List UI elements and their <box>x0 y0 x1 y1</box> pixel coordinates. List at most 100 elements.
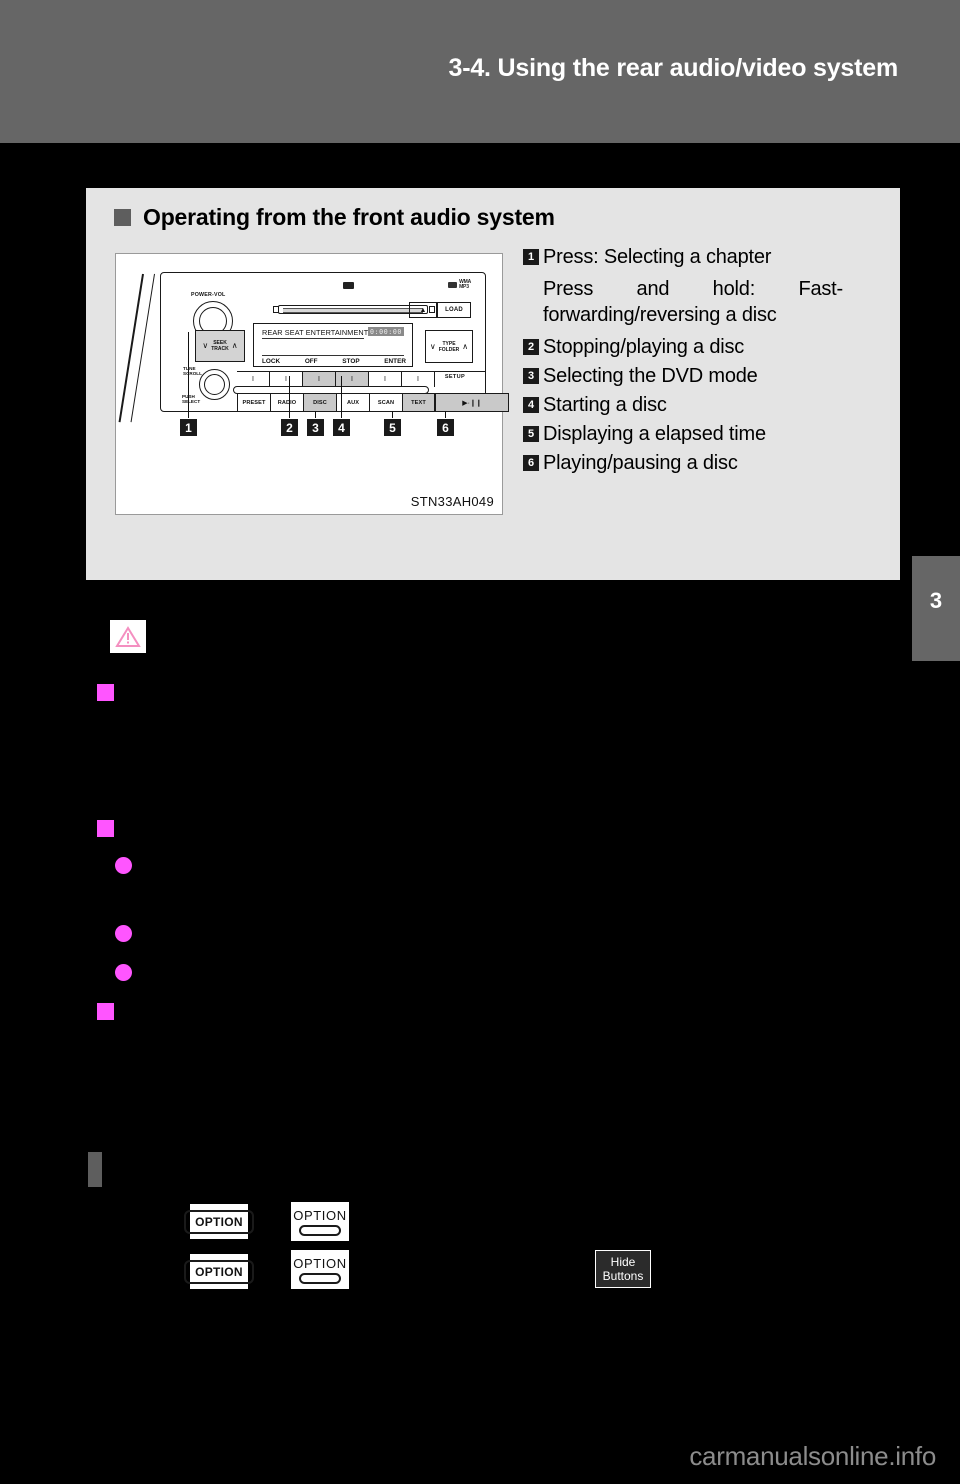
explanation-text-2: Stopping/playing a disc <box>543 336 745 358</box>
section-bullet-3 <box>97 1003 114 1020</box>
bezel-line-outer <box>118 273 144 423</box>
play-pause-button[interactable]: ▶·❙❙ <box>435 393 509 412</box>
explanation-item-3: 3 Selecting the DVD mode <box>523 363 875 389</box>
display-softkey-row: LOCK OFF STOP ENTER <box>262 358 406 365</box>
display-title-text: REAR SEAT ENTERTAINMENT <box>262 328 369 337</box>
explanation-item-4: 4 Starting a disc <box>523 392 875 418</box>
seek-track-button[interactable]: ∨ SEEK TRACK ∧ <box>195 330 245 362</box>
push-select-line-2: SELECT <box>182 399 201 405</box>
explanation-item-6: 6 Playing/pausing a disc <box>523 450 875 476</box>
explanation-number-4: 4 <box>523 397 539 413</box>
explanation-number-6: 6 <box>523 455 539 471</box>
callout-number-5: 5 <box>384 419 401 436</box>
leader-line-3 <box>315 411 317 418</box>
page-title: 3-4. Using the rear audio/video system <box>448 54 899 82</box>
site-watermark: carmanualsonline.info <box>689 1441 936 1471</box>
scan-button[interactable]: SCAN <box>369 393 402 412</box>
tune-scroll-knob[interactable] <box>199 369 230 400</box>
tick-mark-3: I <box>303 372 336 387</box>
logo-line-2: MP3 <box>459 284 469 290</box>
explanation-item-2: 2 Stopping/playing a disc <box>523 334 875 360</box>
leader-line-5 <box>392 411 394 418</box>
function-button-row: PRESET RADIO DISC AUX SCAN TEXT <box>237 393 435 412</box>
explanation-number-1: 1 <box>523 249 539 265</box>
warning-notice-icon <box>110 620 146 653</box>
display-title-underline <box>262 338 364 340</box>
list-bullet-1 <box>115 857 132 874</box>
front-audio-unit-illustration: WMA MP3 POWER-VOL ▲ LOAD ∨ SEEK TRACK ∧ … <box>118 272 509 447</box>
eject-button[interactable]: ▲ <box>409 302 437 318</box>
option-stack-bar-2 <box>299 1272 341 1284</box>
explanation-number-2: 2 <box>523 339 539 355</box>
explanation-text-1: Press: Selecting a chapter <box>543 246 772 268</box>
power-vol-label: POWER-VOL <box>191 292 226 298</box>
option-button-graphic-3: OPTION <box>184 1254 254 1289</box>
radio-button[interactable]: RADIO <box>270 393 303 412</box>
tick-mark-1: I <box>237 372 270 387</box>
callout-number-1: 1 <box>180 419 197 436</box>
hide-buttons-key[interactable]: Hide Buttons <box>595 1250 651 1288</box>
seek-label-line-2: TRACK <box>211 346 229 352</box>
figure-reference-code: STN33AH049 <box>410 494 494 509</box>
list-bullet-3 <box>115 964 132 981</box>
tick-mark-row: I I I I I I <box>237 372 435 387</box>
explanation-number-3: 3 <box>523 368 539 384</box>
tick-mark-6: I <box>402 372 435 387</box>
tick-mark-5: I <box>369 372 402 387</box>
callout-heading: Operating from the front audio system <box>114 204 555 231</box>
explanation-text-4: Starting a disc <box>543 394 667 416</box>
chevron-up-icon-folder: ∧ <box>462 341 469 351</box>
list-bullet-2 <box>115 925 132 942</box>
callout-number-3: 3 <box>307 419 324 436</box>
softkey-enter: ENTER <box>384 358 406 365</box>
callout-number-4: 4 <box>333 419 350 436</box>
load-button[interactable]: LOAD <box>437 302 471 318</box>
option-stack-bar-1 <box>299 1224 341 1236</box>
option-button-graphic-2: OPTION <box>291 1202 349 1241</box>
callout-heading-text: Operating from the front audio system <box>143 204 555 230</box>
option-button-graphic-1: OPTION <box>184 1204 254 1239</box>
type-folder-line-2: FOLDER <box>438 346 460 353</box>
display-divider <box>262 355 404 357</box>
softkey-off: OFF <box>304 358 318 365</box>
page-header-band: 3-4. Using the rear audio/video system <box>0 0 960 143</box>
tune-scroll-label: TUNE SCROLL <box>183 366 202 377</box>
disc-slot[interactable] <box>278 305 428 314</box>
option-pill-label-2: OPTION <box>184 1259 254 1284</box>
option-stack-label-1: OPTION <box>293 1207 347 1223</box>
tune-label-line-2: SCROLL <box>183 371 202 377</box>
chapter-number: 3 <box>929 588 943 613</box>
section-bullet-1 <box>97 684 114 701</box>
text-button[interactable]: TEXT <box>402 393 435 412</box>
explanation-subtext-1: Press and hold: Fast-forwarding/reversin… <box>543 278 843 326</box>
section-marker-bar <box>88 1152 102 1187</box>
radio-faceplate: WMA MP3 POWER-VOL ▲ LOAD ∨ SEEK TRACK ∧ … <box>160 272 509 412</box>
wma-mp3-logo: WMA MP3 <box>448 280 471 290</box>
softkey-lock: LOCK <box>262 358 281 365</box>
section-bullet-2 <box>97 820 114 837</box>
callout-number-6: 6 <box>437 419 454 436</box>
option-stack-label-2: OPTION <box>293 1255 347 1271</box>
chevron-down-icon: ∨ <box>202 341 209 350</box>
disc-button[interactable]: DISC <box>303 393 336 412</box>
explanation-list: 1 Press: Selecting a chapter Press and h… <box>523 244 875 479</box>
type-folder-button[interactable]: ∨ TYPE FOLDER ∧ <box>425 330 473 363</box>
logo-chip-icon <box>448 282 458 288</box>
chevron-down-icon-folder: ∨ <box>429 341 436 351</box>
hide-buttons-line-1: Hide <box>610 1255 636 1269</box>
callout-number-2: 2 <box>281 419 298 436</box>
explanation-item-1: 1 Press: Selecting a chapter <box>523 244 875 270</box>
disc-indicator-icon <box>343 282 354 289</box>
bezel-line-inner <box>130 273 156 423</box>
explanation-text-3: Selecting the DVD mode <box>543 365 758 387</box>
chapter-side-tab: 3 <box>912 556 960 661</box>
hide-buttons-line-2: Buttons <box>602 1269 644 1283</box>
preset-button[interactable]: PRESET <box>237 393 270 412</box>
explanation-text-6: Playing/pausing a disc <box>543 452 738 474</box>
setup-label: SETUP <box>444 374 465 380</box>
softkey-stop: STOP <box>342 358 360 365</box>
tick-mark-2: I <box>270 372 303 387</box>
push-select-label: PUSH SELECT <box>182 394 200 405</box>
option-pill-label-1: OPTION <box>184 1209 254 1234</box>
option-button-graphic-4: OPTION <box>291 1250 349 1289</box>
